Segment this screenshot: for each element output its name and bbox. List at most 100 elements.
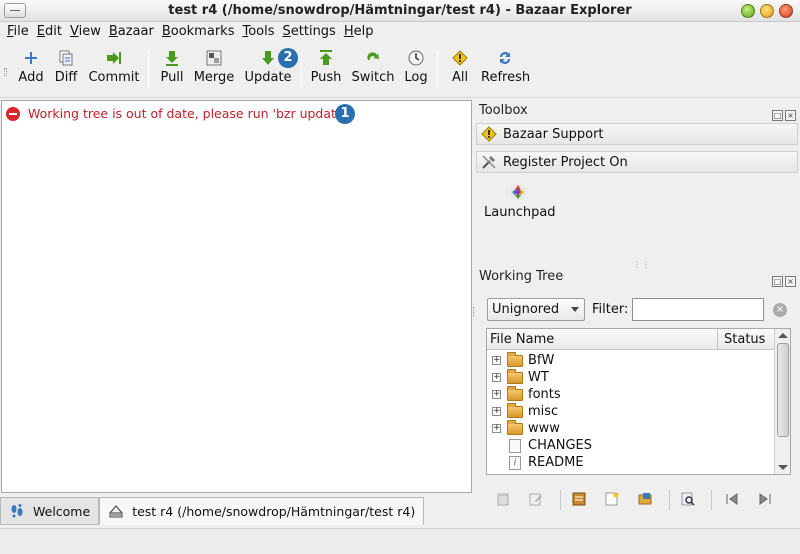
chevron-down-icon	[571, 307, 579, 312]
column-header-status[interactable]: Status	[717, 329, 765, 350]
text-file-icon	[509, 438, 521, 453]
switch-icon	[367, 52, 379, 60]
toolbar-separator	[301, 50, 302, 88]
document-tabs: Welcome test r4 (/home/snowdrop/Hämtning…	[0, 497, 425, 525]
tab-branch[interactable]: test r4 (/home/snowdrop/Hämtningar/test …	[99, 497, 425, 525]
edit-icon[interactable]	[529, 492, 543, 506]
scrollbar-thumb[interactable]	[777, 343, 789, 437]
refresh-button[interactable]: Refresh	[481, 46, 530, 92]
toolbox-title: Toolbox	[479, 103, 528, 118]
window-title: test r4 (/home/snowdrop/Hämtningar/test …	[168, 3, 632, 18]
folder-icon	[507, 402, 523, 418]
tree-row[interactable]: + BfW	[487, 351, 774, 369]
add-button[interactable]: Add	[15, 46, 47, 92]
tools-icon	[482, 155, 496, 169]
stop-icon	[6, 106, 20, 121]
menu-help[interactable]: Help	[340, 22, 378, 42]
minimize-button[interactable]	[741, 4, 755, 18]
close-panel-icon[interactable]: ×	[785, 110, 796, 121]
new-file-icon[interactable]	[605, 492, 619, 506]
tree-vertical-scrollbar[interactable]	[774, 329, 790, 474]
push-icon	[320, 50, 332, 65]
close-button[interactable]	[779, 4, 793, 18]
working-tree-filter-row: Unignored Filter: ×	[476, 297, 798, 323]
open-folder-icon[interactable]	[638, 492, 652, 506]
expand-icon[interactable]: +	[492, 424, 501, 433]
search-icon[interactable]	[681, 492, 695, 506]
menu-edit[interactable]: Edit	[33, 22, 66, 42]
folder-icon	[507, 385, 523, 401]
float-panel-icon[interactable]: □	[772, 276, 783, 287]
expand-icon[interactable]: +	[492, 373, 501, 382]
footprints-icon	[11, 504, 23, 518]
tree-row[interactable]: i README	[487, 454, 774, 471]
menu-tools[interactable]: Tools	[238, 22, 278, 42]
working-tree-toolbar	[476, 488, 798, 512]
merge-icon	[206, 50, 222, 66]
push-button[interactable]: Push	[310, 46, 342, 92]
maximize-button[interactable]	[760, 4, 774, 18]
diff-button[interactable]: Diff	[50, 46, 82, 92]
dock-splitter-handle[interactable]: ⋮⋮	[633, 260, 651, 269]
scroll-down-icon[interactable]	[778, 465, 788, 470]
filter-label: Filter:	[592, 302, 629, 317]
tree-row[interactable]: + WT	[487, 368, 774, 386]
menubar: File Edit View Bazaar Bookmarks Tools Se…	[0, 22, 800, 42]
tree-header: File Name Status	[487, 329, 774, 350]
menu-view[interactable]: View	[66, 22, 105, 42]
menu-settings[interactable]: Settings	[279, 22, 340, 42]
callout-badge-2: 2	[278, 48, 298, 68]
float-panel-icon[interactable]: □	[772, 110, 783, 121]
collapse-all-icon[interactable]	[725, 492, 739, 506]
folder-icon	[507, 368, 523, 384]
update-icon	[262, 51, 274, 65]
main-toolbar: Add Diff Commit Pull Merge Update Push S…	[0, 42, 800, 98]
expand-icon[interactable]: +	[492, 356, 501, 365]
info-file-icon: i	[509, 455, 521, 470]
window-titlebar: test r4 (/home/snowdrop/Hämtningar/test …	[0, 0, 800, 22]
tree-row[interactable]: + fonts	[487, 385, 774, 403]
pull-icon	[166, 51, 178, 66]
commit-icon	[107, 52, 121, 64]
folder-icon	[507, 351, 523, 367]
annotate-icon[interactable]	[572, 492, 586, 506]
delete-icon[interactable]	[496, 492, 510, 506]
expand-icon[interactable]: +	[492, 390, 501, 399]
menu-bazaar[interactable]: Bazaar	[105, 22, 158, 42]
log-button[interactable]: Log	[403, 46, 429, 92]
pull-button[interactable]: Pull	[156, 46, 188, 92]
working-tree-dock-buttons: □ ×	[772, 272, 798, 287]
diamond-warning-icon	[452, 50, 468, 66]
tree-row[interactable]: CHANGES	[487, 437, 774, 454]
tree-row[interactable]: + www	[487, 419, 774, 437]
all-button[interactable]: All	[447, 46, 473, 92]
merge-button[interactable]: Merge	[193, 46, 235, 92]
switch-button[interactable]: Switch	[350, 46, 396, 92]
commit-button[interactable]: Commit	[86, 46, 142, 92]
launchpad-icon	[510, 184, 526, 200]
launchpad-tool[interactable]: Launchpad	[484, 183, 556, 220]
toolbar-grip[interactable]	[4, 68, 7, 76]
refresh-icon	[500, 52, 510, 64]
out-of-date-warning: Working tree is out of date, please run …	[6, 106, 351, 121]
toolbox-dock-buttons: □ ×	[772, 106, 798, 121]
expand-all-icon[interactable]	[758, 492, 772, 506]
scroll-up-icon[interactable]	[778, 333, 788, 338]
log-icon	[408, 50, 424, 66]
eject-icon	[108, 505, 124, 518]
tab-welcome[interactable]: Welcome	[0, 497, 100, 525]
close-panel-icon[interactable]: ×	[785, 276, 796, 287]
menu-file[interactable]: File	[3, 22, 33, 42]
menu-bookmarks[interactable]: Bookmarks	[158, 22, 239, 42]
status-bar	[0, 528, 800, 554]
diamond-warning-icon	[481, 126, 497, 142]
folder-icon	[507, 419, 523, 435]
column-header-file-name[interactable]: File Name	[490, 332, 554, 347]
clear-filter-icon[interactable]: ×	[773, 303, 787, 317]
ignore-filter-select[interactable]: Unignored	[487, 298, 585, 321]
tree-row[interactable]: + misc	[487, 402, 774, 420]
expand-icon[interactable]: +	[492, 407, 501, 416]
toolbox-item-register-project[interactable]: Register Project On	[476, 151, 798, 173]
toolbox-item-bazaar-support[interactable]: Bazaar Support	[476, 123, 798, 145]
filter-input[interactable]	[632, 298, 764, 321]
